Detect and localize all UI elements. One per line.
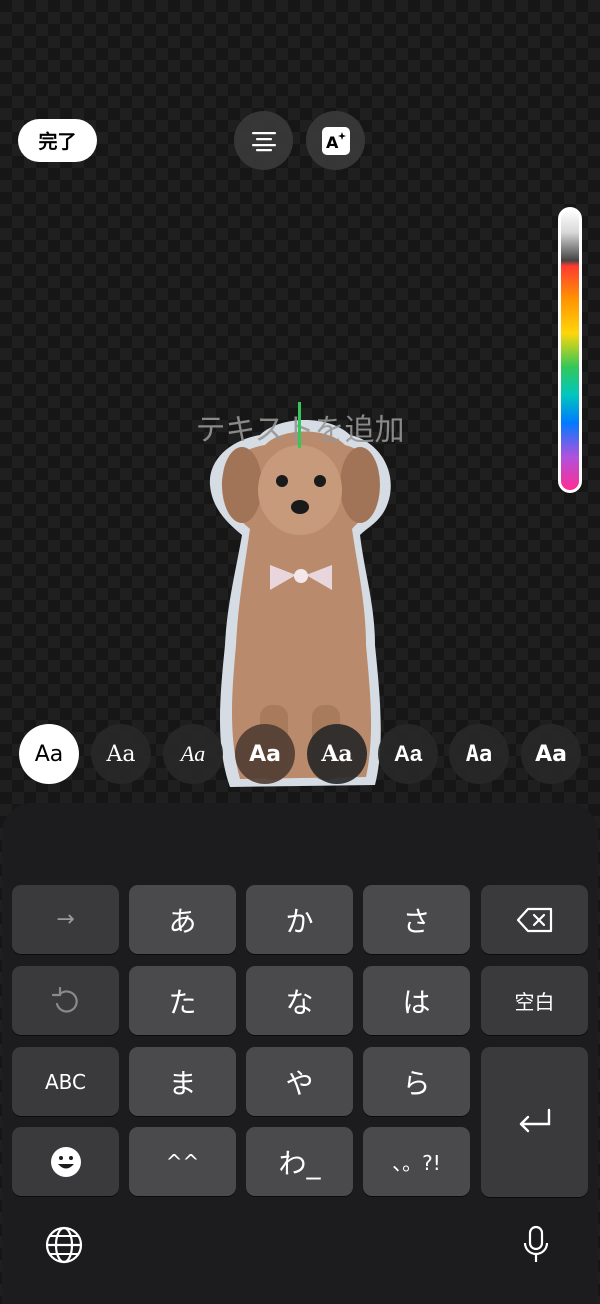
font-style-8[interactable]: Aa xyxy=(521,724,581,784)
globe-icon xyxy=(45,1226,83,1264)
font-style-6[interactable]: Aa xyxy=(378,724,438,784)
key-kaomoji[interactable]: ^^ xyxy=(129,1127,236,1196)
key-abc[interactable]: ABC xyxy=(12,1047,119,1116)
key-arrow-right[interactable]: → xyxy=(12,885,119,954)
key-ha[interactable]: は xyxy=(363,966,470,1035)
undo-icon xyxy=(51,986,78,1013)
font-style-selector: Aa Aa Aa Aa Aa Aa Aa Aa xyxy=(0,724,600,786)
font-style-4[interactable]: Aa xyxy=(235,724,295,784)
text-cursor xyxy=(298,402,301,448)
key-wa[interactable]: わ_ xyxy=(246,1127,353,1196)
color-slider[interactable] xyxy=(558,207,582,493)
font-style-7[interactable]: Aa xyxy=(449,724,509,784)
font-style-5[interactable]: Aa xyxy=(307,724,367,784)
key-a[interactable]: あ xyxy=(129,885,236,954)
key-sa[interactable]: さ xyxy=(363,885,470,954)
text-effect-button[interactable]: A xyxy=(306,111,365,170)
microphone-icon xyxy=(523,1225,549,1262)
key-na[interactable]: な xyxy=(246,966,353,1035)
font-style-3[interactable]: Aa xyxy=(163,724,223,784)
text-effect-icon: A xyxy=(321,126,350,155)
text-align-center-icon xyxy=(251,131,276,151)
keyboard: → あ か さ た な は 空白 ABC ま や ら ^^ わ_ 、。?! xyxy=(2,803,598,1304)
key-ka[interactable]: か xyxy=(246,885,353,954)
done-button[interactable]: 完了 xyxy=(18,119,97,162)
key-space[interactable]: 空白 xyxy=(481,966,588,1035)
key-ya[interactable]: や xyxy=(246,1047,353,1116)
svg-text:A: A xyxy=(326,133,339,152)
key-ta[interactable]: た xyxy=(129,966,236,1035)
microphone-button[interactable] xyxy=(514,1223,558,1267)
key-ra[interactable]: ら xyxy=(363,1047,470,1116)
key-punctuation[interactable]: 、。?! xyxy=(363,1127,470,1196)
text-align-button[interactable] xyxy=(234,111,293,170)
key-ma[interactable]: ま xyxy=(129,1047,236,1116)
key-return[interactable] xyxy=(481,1047,588,1197)
return-icon xyxy=(519,1108,550,1133)
key-undo[interactable] xyxy=(12,966,119,1035)
globe-button[interactable] xyxy=(42,1223,86,1267)
emoji-icon xyxy=(50,1146,81,1177)
font-style-1[interactable]: Aa xyxy=(19,724,79,784)
key-emoji[interactable] xyxy=(12,1127,119,1196)
font-style-2[interactable]: Aa xyxy=(91,724,151,784)
delete-icon xyxy=(516,907,552,932)
key-delete[interactable] xyxy=(481,885,588,954)
